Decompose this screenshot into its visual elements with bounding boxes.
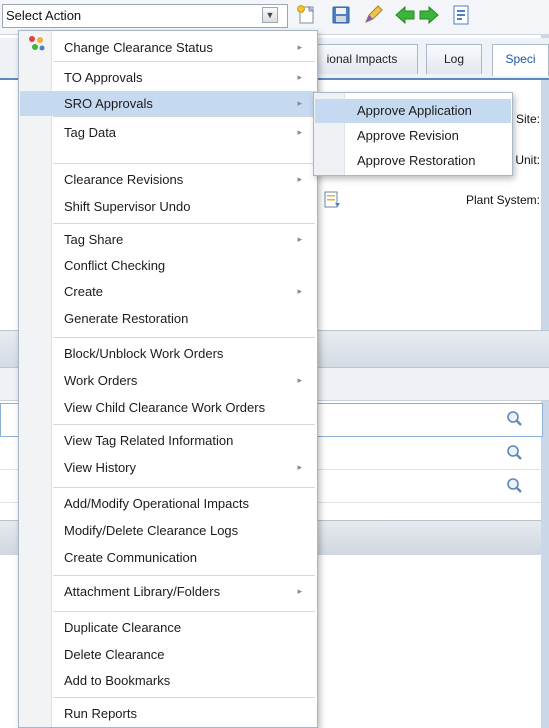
- menu-item-modify-delete-clearance-logs[interactable]: Modify/Delete Clearance Logs: [20, 518, 316, 543]
- menu-item-change-clearance-status[interactable]: Change Clearance Status ▸: [20, 35, 316, 60]
- menu-item-work-orders[interactable]: Work Orders ▸: [20, 368, 316, 393]
- chevron-right-icon: ▸: [297, 586, 302, 596]
- menu-item-add-to-bookmarks[interactable]: Add to Bookmarks: [20, 668, 316, 693]
- menu-separator: [53, 575, 315, 576]
- chevron-down-icon[interactable]: ▼: [262, 7, 278, 23]
- menu-item-label: Block/Unblock Work Orders: [64, 346, 224, 361]
- menu-item-add-modify-operational-impacts[interactable]: Add/Modify Operational Impacts: [20, 491, 316, 516]
- chevron-right-icon: ▸: [297, 286, 302, 296]
- menu-separator: [53, 611, 315, 612]
- menu-item-label: Duplicate Clearance: [64, 620, 182, 635]
- menu-item-attachment-library-folders[interactable]: Attachment Library/Folders ▸: [20, 579, 316, 604]
- menu-separator: [53, 487, 315, 488]
- menu-item-tag-share[interactable]: Tag Share ▸: [20, 227, 316, 252]
- save-icon[interactable]: [330, 4, 352, 26]
- menu-item-run-reports[interactable]: Run Reports: [20, 701, 316, 726]
- tab-specifics[interactable]: Speci: [492, 44, 549, 76]
- back-arrow-icon[interactable]: [394, 4, 416, 26]
- menu-item-delete-clearance[interactable]: Delete Clearance: [20, 642, 316, 667]
- tab-operational-impacts[interactable]: ional Impacts: [306, 44, 418, 74]
- tab-log[interactable]: Log: [426, 44, 482, 74]
- menu-item-label: Change Clearance Status: [64, 40, 213, 55]
- menu-item-label: Shift Supervisor Undo: [64, 199, 191, 214]
- menu-item-label: Create: [64, 284, 104, 299]
- menu-item-view-tag-related-information[interactable]: View Tag Related Information: [20, 428, 316, 453]
- menu-item-shift-supervisor-undo[interactable]: Shift Supervisor Undo: [20, 194, 316, 219]
- menu-item-sro-approvals[interactable]: SRO Approvals ▸: [20, 91, 316, 116]
- chevron-right-icon: ▸: [297, 42, 302, 52]
- plant-system-label: Plant System:: [465, 193, 540, 207]
- menu-item-block-unblock-work-orders[interactable]: Block/Unblock Work Orders: [20, 341, 316, 366]
- menu-separator: [53, 163, 315, 164]
- chevron-right-icon: ▸: [297, 127, 302, 137]
- menu-separator: [53, 337, 315, 338]
- sro-approvals-submenu: Approve Application Approve Revision Appro…: [313, 92, 513, 176]
- menu-separator: [53, 223, 315, 224]
- menu-item-create-communication[interactable]: Create Communication: [20, 545, 316, 570]
- select-action-menu: Change Clearance Status ▸ TO Approvals ▸ SRO…: [18, 30, 318, 728]
- chevron-right-icon: ▸: [297, 72, 302, 82]
- report-icon[interactable]: [450, 4, 472, 26]
- menu-item-duplicate-clearance[interactable]: Duplicate Clearance: [20, 615, 316, 640]
- forward-arrow-icon[interactable]: [418, 4, 440, 26]
- lookup-icon[interactable]: [322, 190, 342, 210]
- menu-item-view-child-clearance-work-orders[interactable]: View Child Clearance Work Orders: [20, 395, 316, 420]
- menu-item-create[interactable]: Create ▸: [20, 279, 316, 304]
- menu-item-label: Create Communication: [64, 550, 197, 565]
- chevron-right-icon: ▸: [297, 375, 302, 385]
- chevron-right-icon: ▸: [297, 234, 302, 244]
- edit-icon[interactable]: [362, 4, 384, 26]
- submenu-item-approve-revision[interactable]: Approve Revision: [315, 124, 511, 148]
- menu-item-label: Tag Data: [64, 125, 117, 140]
- magnifier-icon[interactable]: [498, 472, 532, 502]
- menu-item-label: Modify/Delete Clearance Logs: [64, 523, 239, 538]
- menu-item-generate-restoration[interactable]: Generate Restoration: [20, 306, 316, 331]
- chevron-right-icon: ▸: [297, 174, 302, 184]
- menu-item-label: Tag Share: [64, 232, 124, 247]
- menu-item-label: Add to Bookmarks: [64, 673, 171, 688]
- menu-item-label: Delete Clearance: [64, 647, 165, 662]
- menu-item-label: Add/Modify Operational Impacts: [64, 496, 249, 511]
- submenu-item-approve-restoration[interactable]: Approve Restoration: [315, 149, 511, 173]
- menu-item-label: Generate Restoration: [64, 311, 189, 326]
- menu-item-label: Work Orders: [64, 373, 138, 388]
- menu-separator: [53, 61, 315, 62]
- menu-item-label: Conflict Checking: [64, 258, 166, 273]
- menu-item-label: View Tag Related Information: [64, 433, 234, 448]
- select-action-dropdown[interactable]: Select Action: [2, 4, 288, 28]
- chevron-right-icon: ▸: [297, 462, 302, 472]
- menu-item-tag-data[interactable]: Tag Data ▸: [20, 120, 316, 145]
- new-icon[interactable]: [296, 4, 318, 26]
- menu-item-view-history[interactable]: View History ▸: [20, 455, 316, 480]
- magnifier-icon[interactable]: [498, 405, 532, 435]
- chevron-right-icon: ▸: [297, 98, 302, 108]
- menu-item-conflict-checking[interactable]: Conflict Checking: [20, 253, 316, 278]
- menu-separator: [53, 697, 315, 698]
- submenu-item-approve-application[interactable]: Approve Application: [315, 99, 511, 123]
- menu-item-label: TO Approvals: [64, 70, 143, 85]
- menu-item-label: SRO Approvals: [64, 96, 153, 111]
- menu-item-label: Run Reports: [64, 706, 137, 721]
- menu-item-to-approvals[interactable]: TO Approvals ▸: [20, 65, 316, 90]
- menu-item-clearance-revisions[interactable]: Clearance Revisions ▸: [20, 167, 316, 192]
- menu-separator: [53, 116, 315, 117]
- menu-item-label: Clearance Revisions: [64, 172, 184, 187]
- magnifier-icon[interactable]: [498, 439, 532, 469]
- menu-item-label: View History: [64, 460, 137, 475]
- menu-item-label: View Child Clearance Work Orders: [64, 400, 266, 415]
- menu-item-label: Attachment Library/Folders: [64, 584, 221, 599]
- menu-separator: [53, 424, 315, 425]
